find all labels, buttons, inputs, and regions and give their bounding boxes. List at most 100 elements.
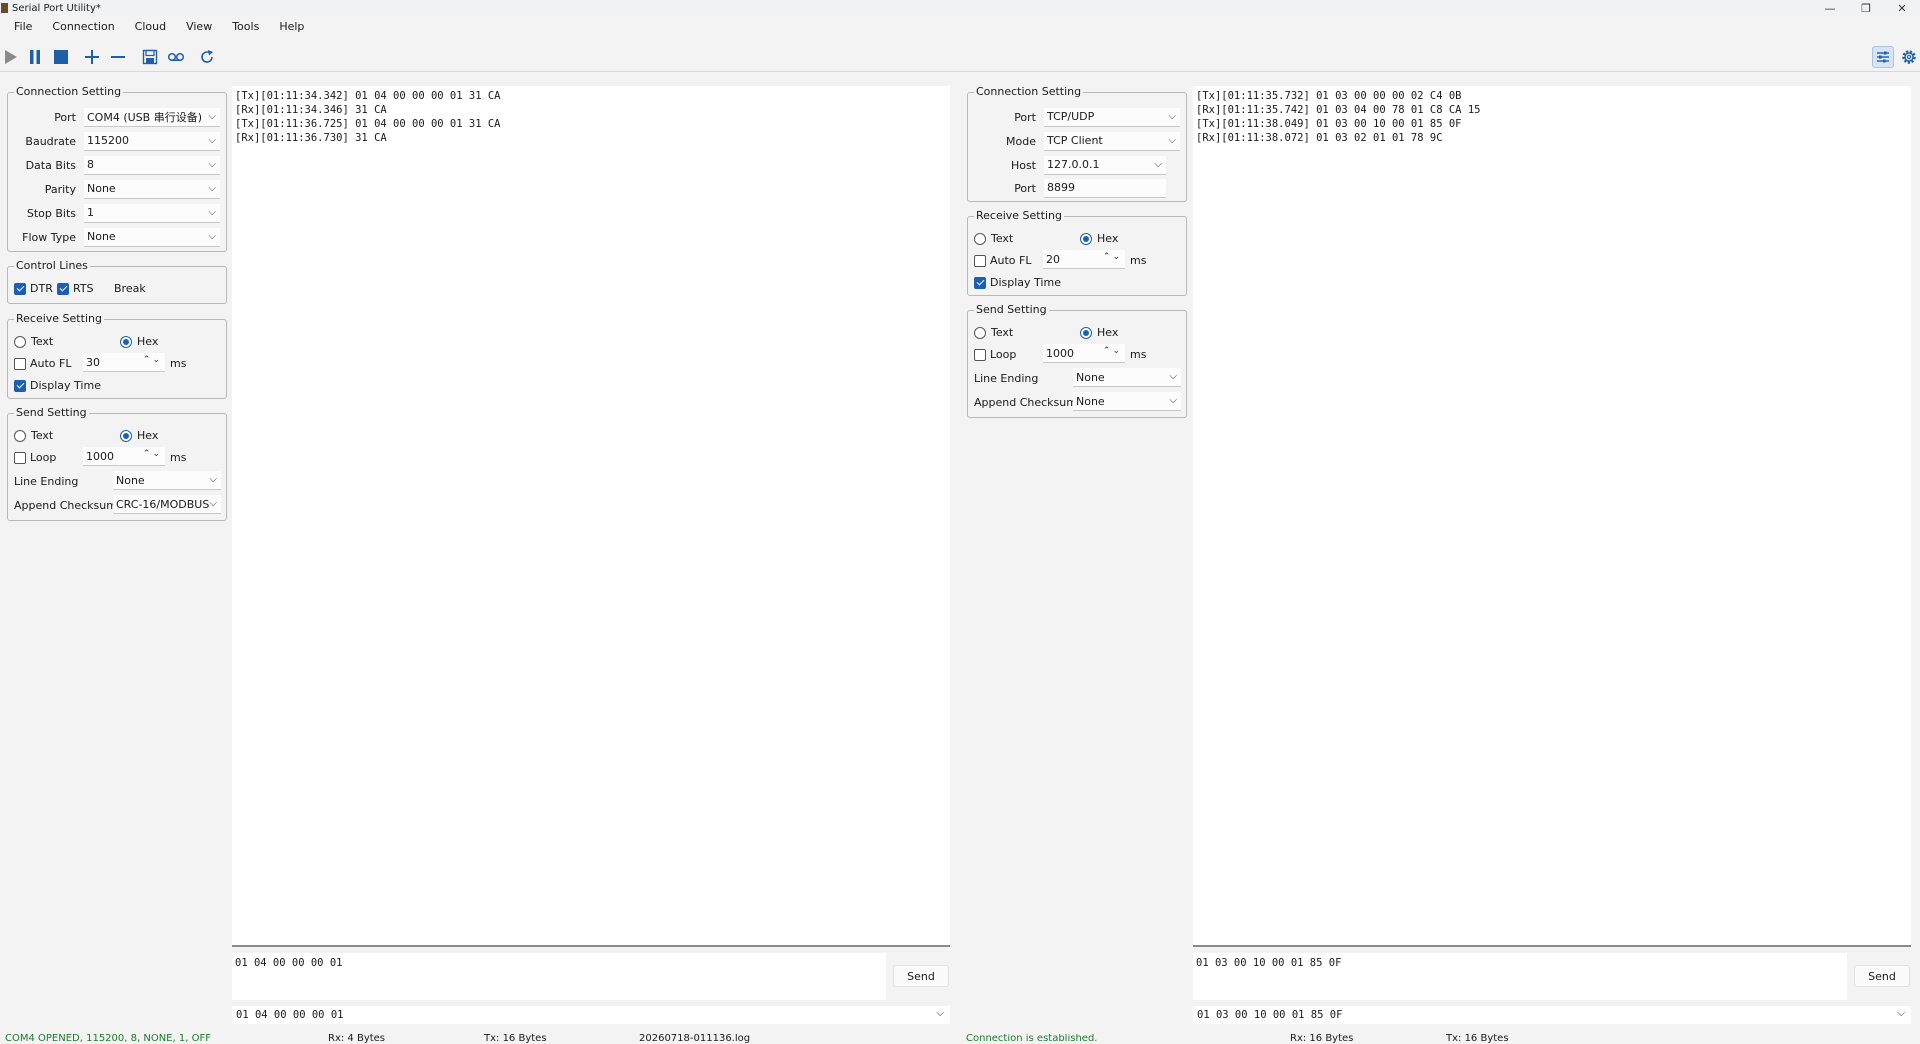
left-history-select[interactable]: 01 04 00 00 00 01 ⌵ — [232, 1006, 950, 1024]
right-history-select[interactable]: 01 03 00 10 00 01 85 0F ⌵ — [1193, 1006, 1911, 1024]
radio-unchecked[interactable] — [14, 335, 26, 348]
close-button[interactable]: ✕ — [1884, 0, 1920, 16]
menu-tools[interactable]: Tools — [222, 16, 269, 38]
chevron-down-icon: ⌵ — [208, 206, 216, 218]
settings-sliders-icon[interactable] — [1872, 46, 1894, 68]
checksum-label: Append Checksum — [974, 396, 1077, 409]
checkbox-checked[interactable] — [57, 282, 69, 295]
checkbox-checked[interactable] — [14, 379, 26, 392]
port-select[interactable]: COM4 (USB 串行设备) ⌵ — [84, 107, 220, 127]
receive-hex-radio[interactable]: Hex — [1080, 232, 1118, 245]
flowtype-select[interactable]: None ⌵ — [84, 227, 220, 247]
checkbox-checked[interactable] — [974, 276, 986, 289]
window-controls: — ❐ ✕ — [1812, 0, 1920, 16]
pause-icon[interactable] — [24, 46, 46, 68]
stop-icon[interactable] — [50, 46, 72, 68]
loop-spinbox[interactable]: 1000 ⌃⌄ — [1043, 344, 1125, 363]
display-time-checkbox[interactable]: Display Time — [14, 379, 101, 392]
left-send-button[interactable]: Send — [893, 965, 949, 987]
port-select[interactable]: TCP/UDP ⌵ — [1044, 107, 1180, 127]
play-icon[interactable] — [0, 46, 22, 68]
mode-select[interactable]: TCP Client ⌵ — [1044, 131, 1180, 151]
stopbits-select[interactable]: 1 ⌵ — [84, 203, 220, 223]
right-send-input[interactable]: 01 03 00 10 00 01 85 0F — [1193, 953, 1847, 1000]
menu-cloud[interactable]: Cloud — [125, 16, 176, 38]
send-text-radio[interactable]: Text — [974, 326, 1013, 339]
checkbox-checked[interactable] — [14, 282, 26, 295]
checkbox-unchecked[interactable] — [974, 348, 986, 361]
databits-select[interactable]: 8 ⌵ — [84, 155, 220, 175]
rts-checkbox[interactable]: RTS — [57, 282, 94, 295]
checkbox-unchecked[interactable] — [974, 254, 986, 267]
break-button[interactable]: Break — [104, 280, 156, 297]
refresh-icon[interactable] — [196, 46, 218, 68]
right-receive-log[interactable]: [Tx][01:11:35.732] 01 03 00 00 00 02 C4 … — [1193, 86, 1911, 945]
radio-checked[interactable] — [1080, 232, 1092, 245]
auto-fl-checkbox[interactable]: Auto FL — [974, 254, 1032, 267]
right-send-button[interactable]: Send — [1854, 965, 1910, 987]
save-icon[interactable] — [139, 46, 161, 68]
receive-text-radio[interactable]: Text — [14, 335, 53, 348]
restore-button[interactable]: ❐ — [1848, 0, 1884, 16]
host-label: Host — [1010, 158, 1036, 172]
menu-file[interactable]: File — [4, 16, 42, 38]
parity-select[interactable]: None ⌵ — [84, 179, 220, 199]
menu-view[interactable]: View — [176, 16, 222, 38]
menu-connection[interactable]: Connection — [42, 16, 124, 38]
radio-checked[interactable] — [120, 335, 132, 348]
minus-icon[interactable] — [107, 46, 129, 68]
radio-unchecked[interactable] — [974, 326, 986, 339]
port2-input[interactable]: 8899 — [1044, 178, 1166, 198]
splitter[interactable] — [1193, 945, 1911, 947]
parity-row: Parity None ⌵ — [8, 179, 220, 199]
port2-row: Port 8899 — [968, 178, 1166, 198]
auto-fl-checkbox[interactable]: Auto FL — [14, 357, 72, 370]
stopbits-label: Stop Bits — [26, 206, 76, 220]
spin-arrows-icon[interactable]: ⌃⌄ — [143, 355, 162, 365]
splitter[interactable] — [232, 945, 950, 947]
left-send-input[interactable]: 01 04 00 00 00 01 — [232, 953, 886, 1000]
port-label: Port — [54, 110, 76, 124]
checksum-select[interactable]: None ⌵ — [1073, 392, 1181, 411]
checkbox-unchecked[interactable] — [14, 357, 26, 370]
record-icon[interactable] — [165, 46, 187, 68]
loop-spinbox[interactable]: 1000 ⌃⌄ — [83, 447, 165, 466]
left-receive-log[interactable]: [Tx][01:11:34.342] 01 04 00 00 00 01 31 … — [232, 86, 950, 945]
send-text-radio[interactable]: Text — [14, 429, 53, 442]
stopbits-row: Stop Bits 1 ⌵ — [8, 203, 220, 223]
display-time-checkbox[interactable]: Display Time — [974, 276, 1061, 289]
send-hex-radio[interactable]: Hex — [120, 429, 158, 442]
menu-help[interactable]: Help — [269, 16, 314, 38]
plus-icon[interactable] — [81, 46, 103, 68]
loop-label: Loop — [990, 348, 1017, 361]
radio-label: Text — [31, 335, 54, 348]
receive-text-radio[interactable]: Text — [974, 232, 1013, 245]
spin-arrows-icon[interactable]: ⌃⌄ — [1103, 346, 1122, 356]
line-ending-select[interactable]: None ⌵ — [1073, 368, 1181, 387]
title-bar: Serial Port Utility* — ❐ ✕ — [0, 0, 1920, 16]
line-ending-label: Line Ending — [14, 475, 79, 488]
receive-hex-radio[interactable]: Hex — [120, 335, 158, 348]
baudrate-row: Baudrate 115200 ⌵ — [8, 131, 220, 151]
radio-checked[interactable] — [120, 429, 132, 442]
left-status-logfile[interactable]: 20260718-011136.log — [639, 1034, 750, 1044]
spin-arrows-icon[interactable]: ⌃⌄ — [143, 449, 162, 459]
host-select[interactable]: 127.0.0.1 ⌵ — [1044, 155, 1166, 175]
loop-checkbox[interactable]: Loop — [14, 451, 56, 464]
checksum-select[interactable]: CRC-16/MODBUS ⌵ — [113, 495, 221, 514]
dtr-checkbox[interactable]: DTR — [14, 282, 53, 295]
radio-checked[interactable] — [1080, 326, 1092, 339]
radio-unchecked[interactable] — [14, 429, 26, 442]
baudrate-select[interactable]: 115200 ⌵ — [84, 131, 220, 151]
line-ending-select[interactable]: None ⌵ — [113, 471, 221, 490]
minimize-button[interactable]: — — [1812, 0, 1848, 16]
auto-fl-spinbox[interactable]: 20 ⌃⌄ — [1043, 250, 1125, 269]
spin-arrows-icon[interactable]: ⌃⌄ — [1103, 252, 1122, 262]
checkbox-unchecked[interactable] — [14, 451, 26, 464]
send-hex-radio[interactable]: Hex — [1080, 326, 1118, 339]
radio-unchecked[interactable] — [974, 232, 986, 245]
auto-fl-spinbox[interactable]: 30 ⌃⌄ — [83, 353, 165, 372]
gear-icon[interactable] — [1898, 46, 1920, 68]
mode-label: Mode — [1006, 134, 1036, 148]
loop-checkbox[interactable]: Loop — [974, 348, 1016, 361]
